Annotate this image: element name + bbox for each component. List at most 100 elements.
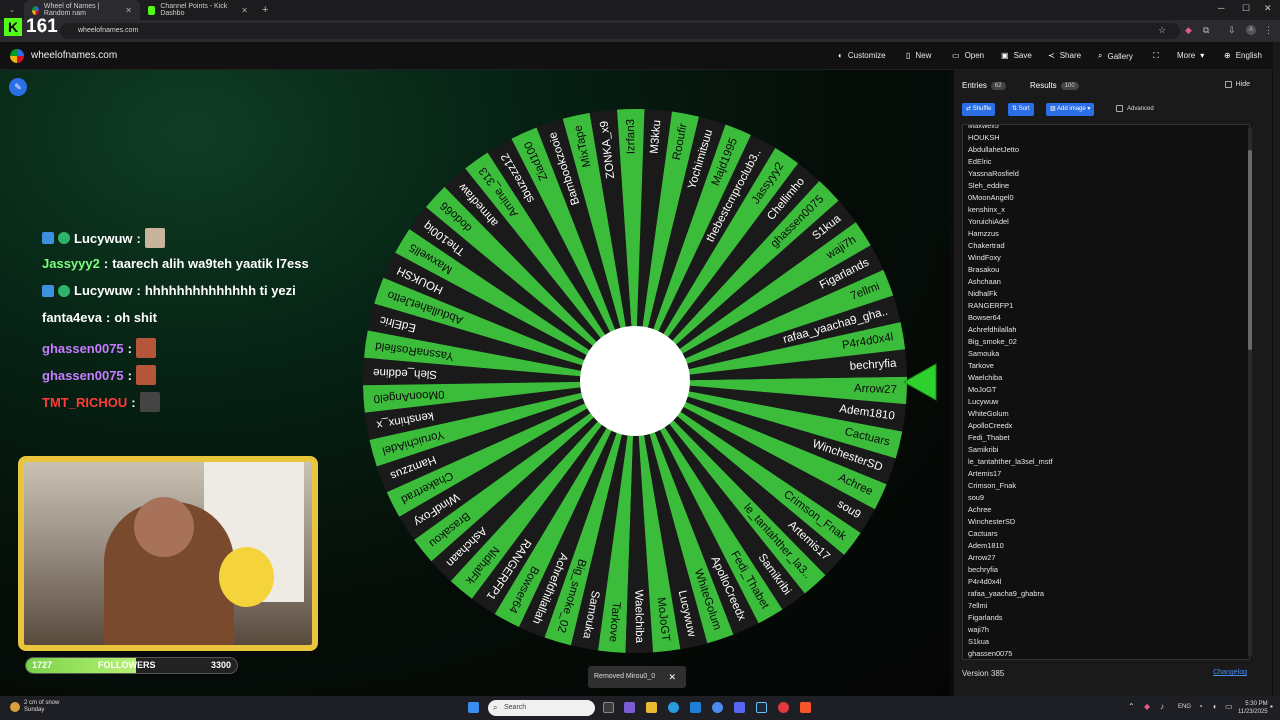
entry-line[interactable]: Fedi_Thabet bbox=[963, 432, 1249, 444]
profile-avatar-icon[interactable]: A bbox=[1246, 25, 1256, 35]
open-button[interactable]: ▭ Open bbox=[952, 51, 984, 60]
brave-icon[interactable] bbox=[800, 702, 811, 713]
wheel-logo-icon[interactable] bbox=[10, 49, 24, 63]
battery-icon[interactable]: ▭ bbox=[1225, 702, 1233, 711]
language-indicator[interactable]: ENG bbox=[1178, 704, 1191, 710]
entry-line[interactable]: Arrow27 bbox=[963, 552, 1249, 564]
entry-line[interactable]: WinchesterSD bbox=[963, 516, 1249, 528]
file-explorer-icon[interactable] bbox=[646, 702, 657, 713]
entry-line[interactable]: Tarkove bbox=[963, 360, 1249, 372]
entry-line[interactable]: Adem1810 bbox=[963, 540, 1249, 552]
entry-line[interactable]: waji7h bbox=[963, 624, 1249, 636]
tab-kick-dashboard[interactable]: Channel Points - Kick Dashbo ✕ bbox=[140, 0, 256, 20]
entry-line[interactable]: sou9 bbox=[963, 492, 1249, 504]
tab-results[interactable]: Results 100 bbox=[1030, 81, 1079, 90]
entry-line[interactable]: Big_smoke_02 bbox=[963, 336, 1249, 348]
weather-icon[interactable] bbox=[10, 702, 20, 712]
advanced-checkbox[interactable]: Advanced bbox=[1116, 105, 1154, 112]
entry-line[interactable]: Hamzzus bbox=[963, 228, 1249, 240]
entry-line[interactable]: YassnaRosfield bbox=[963, 168, 1249, 180]
task-view-icon[interactable] bbox=[603, 702, 614, 713]
entry-line[interactable]: Brasakou bbox=[963, 264, 1249, 276]
entry-line[interactable]: Maxwell5 bbox=[963, 125, 1249, 132]
bookmark-star-icon[interactable]: ☆ bbox=[1158, 25, 1166, 36]
entry-line[interactable]: MoJoGT bbox=[963, 384, 1249, 396]
entry-line[interactable]: rafaa_yaacha9_ghabra bbox=[963, 588, 1249, 600]
edit-pencil-icon[interactable]: ✎ bbox=[9, 78, 27, 96]
tab-entries[interactable]: Entries 62 bbox=[962, 81, 1006, 90]
entry-line[interactable]: 7ellmi bbox=[963, 600, 1249, 612]
entry-line[interactable]: YoruichiAdel bbox=[963, 216, 1249, 228]
extensions-puzzle-icon[interactable]: ⧉ bbox=[1203, 25, 1209, 36]
entries-scrollbar[interactable] bbox=[1248, 128, 1252, 656]
entry-line[interactable]: Achrefdhilallah bbox=[963, 324, 1249, 336]
start-windows-icon[interactable] bbox=[468, 702, 479, 713]
new-tab-icon[interactable]: + bbox=[262, 4, 268, 16]
sort-button[interactable]: ⇅ Sort bbox=[1008, 103, 1034, 116]
entry-line[interactable]: HOUKSH bbox=[963, 132, 1249, 144]
steam-icon[interactable] bbox=[756, 702, 767, 713]
entry-line[interactable]: ApolloCreedx bbox=[963, 420, 1249, 432]
entry-line[interactable]: EdElric bbox=[963, 156, 1249, 168]
customize-button[interactable]: ◐ Customize bbox=[838, 51, 886, 60]
entry-line[interactable]: S1kua bbox=[963, 636, 1249, 648]
network-icon[interactable]: ◔ bbox=[1198, 702, 1203, 711]
changelog-link[interactable]: Changelog bbox=[1213, 669, 1247, 676]
entry-line[interactable]: ghassen0075 bbox=[963, 648, 1249, 659]
fullscreen-button[interactable]: ⛶ bbox=[1153, 51, 1159, 61]
language-button[interactable]: ⊕ English bbox=[1224, 51, 1262, 60]
site-name[interactable]: wheelofnames.com bbox=[31, 50, 117, 61]
weather-widget[interactable]: 2 cm of snow Sunday bbox=[24, 700, 59, 714]
entry-line[interactable]: AbdullahetJetto bbox=[963, 144, 1249, 156]
new-button[interactable]: ▯ New bbox=[906, 51, 931, 60]
taskbar-search[interactable]: ⌕ Search bbox=[488, 700, 595, 716]
entry-line[interactable]: Sleh_eddine bbox=[963, 180, 1249, 192]
entry-line[interactable]: Samouka bbox=[963, 348, 1249, 360]
taskbar-clock[interactable]: 5:30 PM 11/23/2025 bbox=[1238, 700, 1268, 716]
share-button[interactable]: ≺ Share bbox=[1048, 51, 1081, 60]
entry-line[interactable]: Lucywuw bbox=[963, 396, 1249, 408]
extension-icon[interactable]: ◆ bbox=[1185, 25, 1192, 36]
entry-line[interactable]: Achree bbox=[963, 504, 1249, 516]
edge-icon[interactable] bbox=[668, 702, 679, 713]
gallery-button[interactable]: ⌕ Gallery bbox=[1098, 51, 1133, 61]
entry-line[interactable]: Bowser64 bbox=[963, 312, 1249, 324]
entry-line[interactable]: Samikribi bbox=[963, 444, 1249, 456]
entry-line[interactable]: Waelchiba bbox=[963, 372, 1249, 384]
notification-icon[interactable]: ▪ bbox=[1270, 702, 1273, 711]
tray-chevron-icon[interactable]: ⌃ bbox=[1128, 702, 1135, 711]
entry-line[interactable]: kenshinx_x bbox=[963, 204, 1249, 216]
discord-icon[interactable] bbox=[734, 702, 745, 713]
entry-line[interactable]: RANGERFP1 bbox=[963, 300, 1249, 312]
entry-line[interactable]: bechryfia bbox=[963, 564, 1249, 576]
entry-line[interactable]: P4r4d0x4l bbox=[963, 576, 1249, 588]
entries-textarea[interactable]: Maxwell5 HOUKSH AbdullahetJetto EdElric Yass… bbox=[962, 124, 1250, 660]
entry-line[interactable]: WhiteGolum bbox=[963, 408, 1249, 420]
close-tab-icon[interactable]: ✕ bbox=[241, 6, 248, 15]
entry-line[interactable]: Artemis17 bbox=[963, 468, 1249, 480]
url-field[interactable]: wheelofnames.com bbox=[60, 23, 1180, 39]
entry-line[interactable]: Chakertrad bbox=[963, 240, 1249, 252]
shuffle-button[interactable]: ⇄ Shuffle bbox=[962, 103, 996, 116]
download-icon[interactable]: ⇩ bbox=[1228, 25, 1236, 36]
close-icon[interactable]: ✕ bbox=[668, 666, 676, 688]
minimize-icon[interactable]: ─ bbox=[1218, 3, 1224, 13]
app-icon[interactable] bbox=[778, 702, 789, 713]
entry-line[interactable]: Cactuars bbox=[963, 528, 1249, 540]
hide-checkbox[interactable]: Hide bbox=[1224, 81, 1250, 88]
page-scrollbar[interactable] bbox=[1273, 42, 1280, 696]
volume-icon[interactable]: ◖ bbox=[1212, 702, 1217, 711]
wheel-center-hub[interactable] bbox=[580, 326, 690, 436]
entry-line[interactable]: Crimson_Fnak bbox=[963, 480, 1249, 492]
entry-line[interactable]: NidhalFk bbox=[963, 288, 1249, 300]
entry-line[interactable]: Figarlands bbox=[963, 612, 1249, 624]
browser-menu-icon[interactable]: ⋮ bbox=[1264, 25, 1273, 36]
entry-line[interactable]: le_tantahther_la3sel_mstf bbox=[963, 456, 1249, 468]
more-button[interactable]: More ▾ bbox=[1177, 51, 1204, 60]
add-image-button[interactable]: ▨ Add image ▾ bbox=[1046, 103, 1095, 116]
entry-line[interactable]: WindFoxy bbox=[963, 252, 1249, 264]
maximize-icon[interactable]: ☐ bbox=[1242, 3, 1250, 14]
entry-line[interactable]: 0MoonAngel0 bbox=[963, 192, 1249, 204]
save-button[interactable]: ▣ Save bbox=[1001, 51, 1032, 60]
name-wheel[interactable]: Arrow27bechryfiaP4r4d0x4lrafaa_yaacha9_g… bbox=[360, 106, 910, 656]
